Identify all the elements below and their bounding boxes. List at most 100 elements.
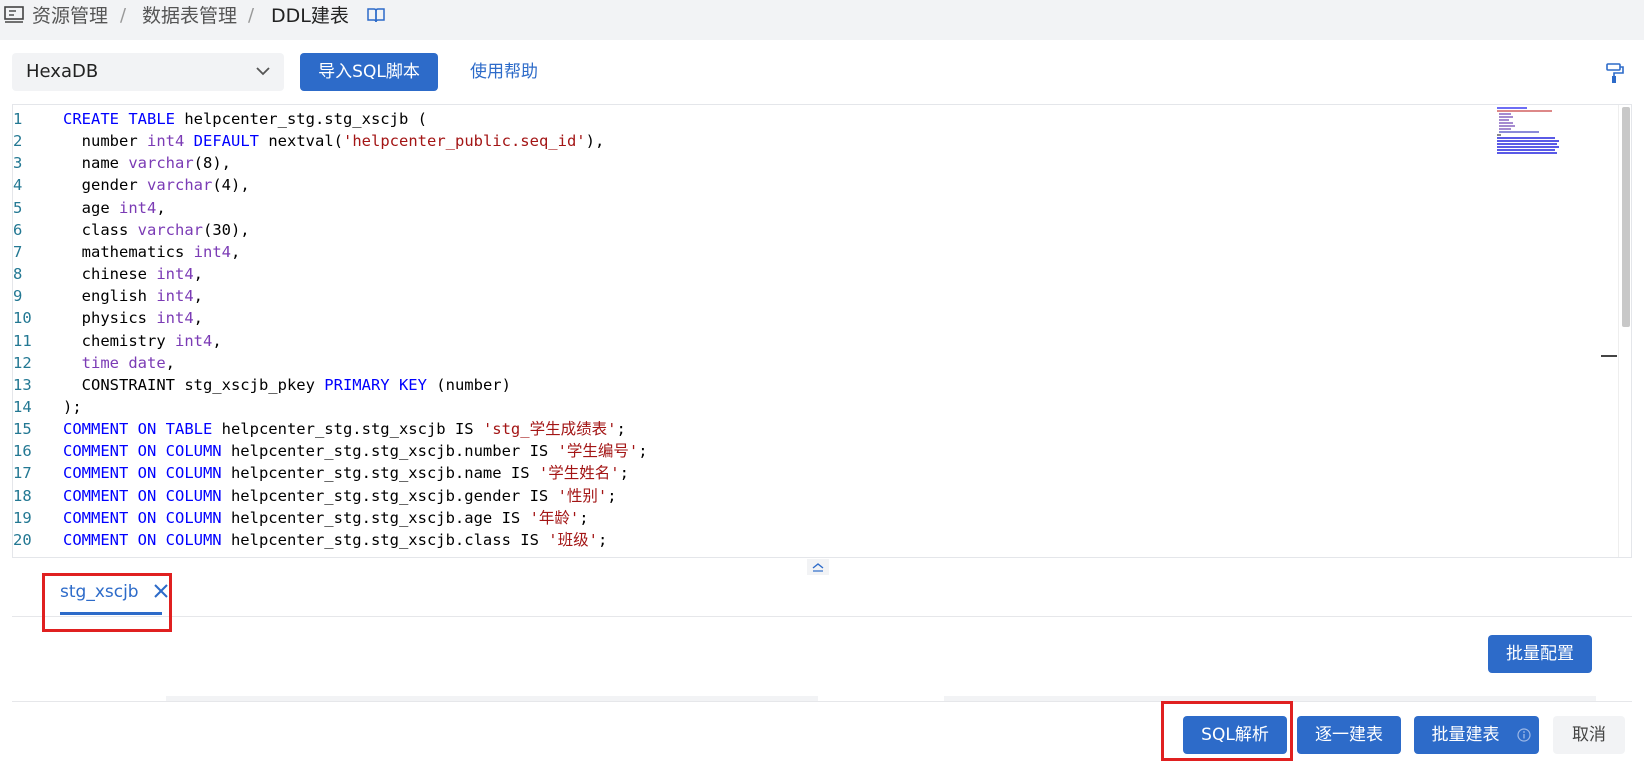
code-token: helpcenter_stg.stg_xscjb.class IS (221, 530, 549, 549)
code-token: ; (616, 420, 626, 439)
code-line[interactable]: 13 CONSTRAINT stg_xscjb_pkey PRIMARY KEY… (13, 374, 1493, 397)
line-number: 7 (13, 242, 23, 261)
line-number: 20 (13, 530, 32, 549)
code-text: ); (63, 396, 82, 419)
code-line[interactable]: 12 time date, (13, 352, 1493, 375)
help-link[interactable]: 使用帮助 (470, 53, 538, 91)
code-token: int4 (174, 331, 213, 350)
line-number: 17 (13, 464, 32, 483)
code-line[interactable]: 10 physics int4, (13, 307, 1493, 330)
code-line[interactable]: 4 gender varchar(4), (13, 174, 1493, 197)
code-token: ; (607, 486, 617, 505)
code-line[interactable]: 9 english int4, (13, 285, 1493, 308)
code-text: english int4, (63, 285, 203, 308)
code-token: COMMENT ON TABLE (63, 420, 213, 439)
code-line[interactable]: 15 COMMENT ON TABLE helpcenter_stg.stg_xs… (13, 418, 1493, 441)
paint-roller-icon[interactable] (1605, 62, 1625, 84)
line-number: 11 (13, 331, 32, 350)
create-one-by-one-button[interactable]: 逐一建表 (1297, 716, 1401, 754)
sql-editor[interactable]: 1 CREATE TABLE helpcenter_stg.stg_xscjb (… (12, 104, 1632, 558)
code-token: varchar (128, 154, 194, 173)
batch-create-button[interactable]: 批量建表 (1414, 716, 1539, 754)
import-sql-button[interactable]: 导入SQL脚本 (300, 53, 438, 91)
code-token: int4 (119, 198, 157, 217)
code-token: COMMENT ON COLUMN (63, 464, 222, 483)
code-token: 'helpcenter_public.seq_id' (343, 132, 586, 151)
monitor-icon (4, 6, 24, 23)
table-tabs: stg_xscjb (12, 574, 1632, 617)
code-line[interactable]: 11 chemistry int4, (13, 330, 1493, 353)
code-line[interactable]: 14); (13, 396, 1493, 419)
code-token: physics (63, 309, 157, 328)
code-token: '年龄' (529, 508, 580, 527)
code-text: physics int4, (63, 307, 203, 330)
editor-scrollbar[interactable] (1622, 107, 1630, 327)
code-line[interactable]: 8 chinese int4, (13, 263, 1493, 286)
code-text: CONSTRAINT stg_xscjb_pkey PRIMARY KEY (n… (63, 374, 511, 397)
code-token: age (63, 198, 119, 217)
code-line[interactable]: 5 age int4, (13, 197, 1493, 220)
code-token: , (165, 353, 176, 372)
code-token: CREATE TABLE (63, 110, 175, 128)
code-line[interactable]: 1 CREATE TABLE helpcenter_stg.stg_xscjb ( (13, 108, 1493, 131)
breadcrumb-item-ddl: DDL建表 (271, 5, 349, 27)
code-token: COMMENT ON COLUMN (63, 508, 222, 527)
code-line[interactable]: 19 COMMENT ON COLUMN helpcenter_stg.stg_x… (13, 507, 1493, 530)
code-line[interactable]: 18 COMMENT ON COLUMN helpcenter_stg.stg_x… (13, 485, 1493, 508)
batch-config-button[interactable]: 批量配置 (1488, 635, 1592, 673)
code-token: , (230, 242, 241, 261)
code-token: , (193, 309, 203, 328)
line-number: 13 (13, 375, 32, 394)
code-line[interactable]: 7 mathematics int4, (13, 241, 1493, 264)
code-line[interactable]: 3 name varchar(8), (13, 152, 1493, 175)
code-line[interactable]: 17 COMMENT ON COLUMN helpcenter_stg.stg_x… (13, 462, 1493, 485)
code-token: english (63, 287, 157, 306)
divider (12, 701, 1632, 702)
line-number: 19 (13, 508, 32, 527)
code-token: '学生编号' (557, 442, 639, 461)
info-icon (1517, 728, 1531, 742)
code-token: varchar (147, 176, 213, 195)
code-token: PRIMARY KEY (324, 375, 427, 394)
breadcrumb-item-tables[interactable]: 数据表管理 (142, 2, 237, 30)
code-token: int4 (156, 309, 194, 328)
code-token: helpcenter_stg.stg_xscjb IS (212, 420, 483, 439)
code-line[interactable]: 20 COMMENT ON COLUMN helpcenter_stg.stg_x… (13, 529, 1493, 552)
code-text: age int4, (63, 197, 166, 220)
collapse-up-icon[interactable] (807, 559, 829, 575)
book-icon[interactable] (367, 7, 385, 23)
line-number: 18 (13, 486, 32, 505)
code-token: ; (597, 530, 608, 549)
breadcrumb-separator: / (248, 5, 255, 26)
breadcrumb-item-resources[interactable]: 资源管理 (32, 2, 108, 30)
line-number: 5 (13, 198, 23, 217)
code-token: int4 (156, 287, 194, 306)
db-type-value: HexaDB (26, 61, 99, 82)
editor-minimap[interactable] (1497, 107, 1567, 159)
code-token: helpcenter_stg.stg_xscjb.number IS (221, 442, 558, 461)
db-type-select[interactable]: HexaDB (12, 53, 284, 91)
code-token: time date (81, 353, 166, 372)
code-text: number int4 DEFAULT nextval('helpcenter_… (63, 130, 605, 153)
breadcrumb-separator: / (120, 5, 127, 26)
code-text: time date, (63, 352, 175, 375)
code-token: ), (585, 132, 605, 151)
code-token: mathematics (63, 242, 194, 261)
code-token: CONSTRAINT stg_xscjb_pkey (63, 375, 325, 394)
code-token: DEFAULT (193, 132, 259, 151)
code-text: CREATE TABLE helpcenter_stg.stg_xscjb ( (63, 108, 427, 131)
line-number: 16 (13, 442, 32, 461)
line-number: 8 (13, 265, 23, 284)
code-token: ; (619, 464, 629, 483)
line-number: 6 (13, 220, 23, 239)
line-number: 14 (13, 397, 32, 416)
code-line[interactable]: 2 number int4 DEFAULT nextval('helpcente… (13, 130, 1493, 153)
code-token: '班级' (548, 530, 598, 549)
code-line[interactable]: 16 COMMENT ON COLUMN helpcenter_stg.stg_x… (13, 440, 1493, 463)
code-line[interactable]: 6 class varchar(30), (13, 219, 1493, 242)
cancel-button[interactable]: 取消 (1553, 716, 1625, 754)
code-token: gender (63, 176, 147, 195)
code-token: , (156, 198, 166, 217)
code-text: COMMENT ON COLUMN helpcenter_stg.stg_xsc… (63, 485, 617, 508)
